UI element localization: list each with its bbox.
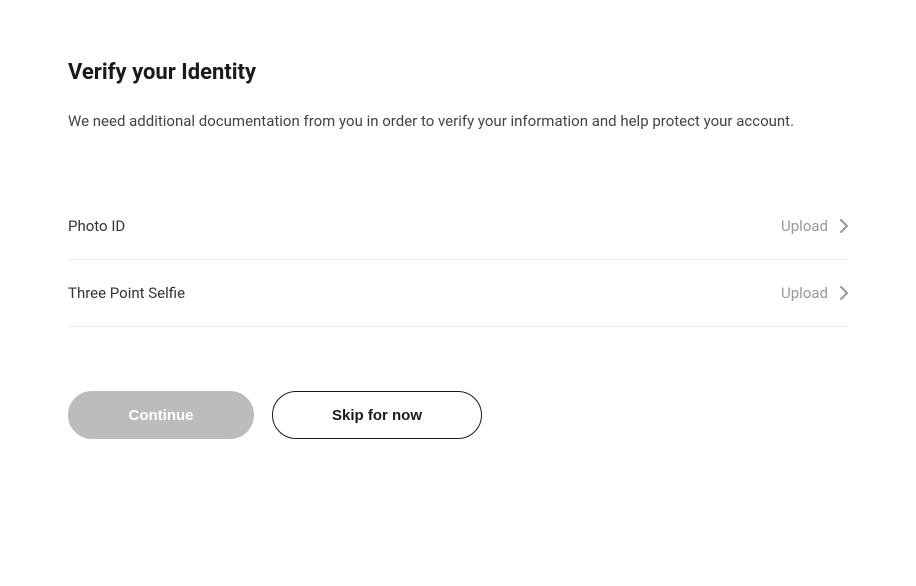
page-title: Verify your Identity bbox=[68, 60, 848, 85]
upload-list: Photo ID Upload Three Point Selfie Uploa… bbox=[68, 193, 848, 327]
upload-action-photo-id: Upload bbox=[781, 217, 848, 235]
button-row: Continue Skip for now bbox=[68, 391, 848, 439]
continue-button[interactable]: Continue bbox=[68, 391, 254, 439]
skip-button[interactable]: Skip for now bbox=[272, 391, 482, 439]
upload-row-photo-id[interactable]: Photo ID Upload bbox=[68, 193, 848, 260]
upload-row-three-point-selfie[interactable]: Three Point Selfie Upload bbox=[68, 260, 848, 327]
upload-action-three-point-selfie: Upload bbox=[781, 284, 848, 302]
upload-label-three-point-selfie: Three Point Selfie bbox=[68, 284, 185, 302]
chevron-right-icon bbox=[840, 286, 848, 300]
upload-text: Upload bbox=[781, 217, 828, 235]
page-description: We need additional documentation from yo… bbox=[68, 109, 848, 133]
upload-text: Upload bbox=[781, 284, 828, 302]
chevron-right-icon bbox=[840, 219, 848, 233]
upload-label-photo-id: Photo ID bbox=[68, 217, 125, 235]
